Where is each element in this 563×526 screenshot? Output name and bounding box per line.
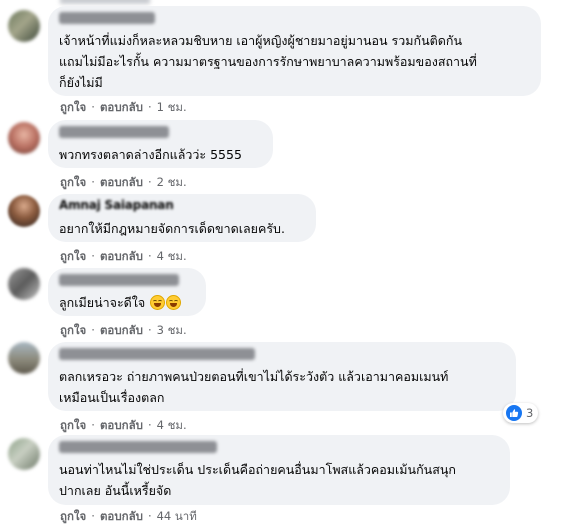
commenter-name[interactable] bbox=[59, 126, 169, 138]
grinning-face-icon bbox=[150, 295, 166, 310]
like-link[interactable]: ถูกใจ bbox=[60, 248, 86, 266]
timestamp[interactable]: 4 ชม. bbox=[157, 417, 187, 435]
commenter-name[interactable] bbox=[59, 348, 255, 360]
comment-bubble: Amnaj Saiapanan อยากให้มีกฎหมายจัดการเด็… bbox=[48, 194, 316, 242]
commenter-name[interactable]: Amnaj Saiapanan bbox=[59, 198, 174, 212]
timestamp[interactable]: 3 ชม. bbox=[157, 322, 187, 340]
comment-text: ลูกเมียน่าจะดีใจ bbox=[59, 295, 146, 310]
timestamp[interactable]: 1 ชม. bbox=[157, 99, 187, 117]
commenter-name[interactable] bbox=[59, 441, 217, 453]
reply-link[interactable]: ตอบกลับ bbox=[100, 508, 143, 526]
timestamp[interactable]: 44 นาที bbox=[157, 508, 197, 526]
timestamp[interactable]: 4 ชม. bbox=[157, 248, 187, 266]
comment-bubble: ลูกเมียน่าจะดีใจ bbox=[48, 268, 206, 316]
comment-text-line: พวกทรงตลาดล่างอีกแล้วว่ะ 5555 bbox=[59, 147, 242, 162]
avatar[interactable] bbox=[8, 268, 40, 300]
comment-text-line: ลูกเมียน่าจะดีใจ bbox=[59, 292, 182, 313]
like-link[interactable]: ถูกใจ bbox=[60, 99, 86, 117]
comment-actions: ถูกใจ · ตอบกลับ · 2 ชม. bbox=[60, 174, 187, 192]
like-link[interactable]: ถูกใจ bbox=[60, 417, 86, 435]
like-link[interactable]: ถูกใจ bbox=[60, 322, 86, 340]
thumbs-up-icon bbox=[506, 405, 522, 421]
reply-link[interactable]: ตอบกลับ bbox=[100, 99, 143, 117]
reaction-count: 3 bbox=[526, 406, 534, 420]
avatar[interactable] bbox=[8, 438, 40, 470]
commenter-name[interactable] bbox=[59, 274, 179, 286]
comment-actions: ถูกใจ · ตอบกลับ · 4 ชม. bbox=[60, 417, 187, 435]
comment-bubble: นอนท่าไหนไม่ใช่ประเด็น ประเด็นคือถ่ายคนอ… bbox=[48, 435, 510, 505]
reply-link[interactable]: ตอบกลับ bbox=[100, 417, 143, 435]
comment-text-line: นอนท่าไหนไม่ใช่ประเด็น ประเด็นคือถ่ายคนอ… bbox=[59, 462, 456, 477]
comment-actions: ถูกใจ · ตอบกลับ · 3 ชม. bbox=[60, 322, 187, 340]
comment-bubble: เจ้าหน้าที่แม่งก็หละหลวมชิบหาย เอาผู้หญิ… bbox=[48, 6, 541, 96]
comment-text-line: ตลกเหรอวะ ถ่ายภาพคนป่วยตอนที่เขาไม่ได้ระ… bbox=[59, 369, 449, 384]
comment-text-line: เจ้าหน้าที่แม่งก็หละหลวมชิบหาย เอาผู้หญิ… bbox=[59, 33, 462, 48]
comment-actions: ถูกใจ · ตอบกลับ · 1 ชม. bbox=[60, 99, 187, 117]
reaction-summary[interactable]: 3 bbox=[503, 403, 539, 423]
grinning-face-icon bbox=[166, 295, 182, 310]
like-link[interactable]: ถูกใจ bbox=[60, 174, 86, 192]
comment-actions: ถูกใจ · ตอบกลับ · 44 นาที bbox=[60, 508, 197, 526]
avatar[interactable] bbox=[8, 10, 40, 42]
comment-text-line: แถมไม่มีอะไรกั้น ความมาตรฐานของการรักษาพ… bbox=[59, 54, 477, 69]
comment-text-line: ก็ยังไม่มี bbox=[59, 75, 103, 90]
avatar[interactable] bbox=[8, 122, 40, 154]
comment-bubble: พวกทรงตลาดล่างอีกแล้วว่ะ 5555 bbox=[48, 120, 273, 168]
reply-link[interactable]: ตอบกลับ bbox=[100, 174, 143, 192]
timestamp[interactable]: 2 ชม. bbox=[157, 174, 187, 192]
like-link[interactable]: ถูกใจ bbox=[60, 508, 86, 526]
avatar[interactable] bbox=[8, 195, 40, 227]
reply-link[interactable]: ตอบกลับ bbox=[100, 248, 143, 266]
comment-bubble: ตลกเหรอวะ ถ่ายภาพคนป่วยตอนที่เขาไม่ได้ระ… bbox=[48, 342, 516, 411]
avatar[interactable] bbox=[8, 342, 40, 374]
comment-actions: ถูกใจ · ตอบกลับ · 4 ชม. bbox=[60, 248, 187, 266]
comment-text-line: เหมือนเป็นเรื่องตลก bbox=[59, 390, 165, 405]
commenter-name[interactable] bbox=[59, 12, 155, 24]
comment-text-line: ปากเลย อันนี้เหรี้ยจัด bbox=[59, 483, 172, 498]
reply-link[interactable]: ตอบกลับ bbox=[100, 322, 143, 340]
comment-text-line: อยากให้มีกฎหมายจัดการเด็ดขาดเลยครับ. bbox=[59, 221, 285, 236]
